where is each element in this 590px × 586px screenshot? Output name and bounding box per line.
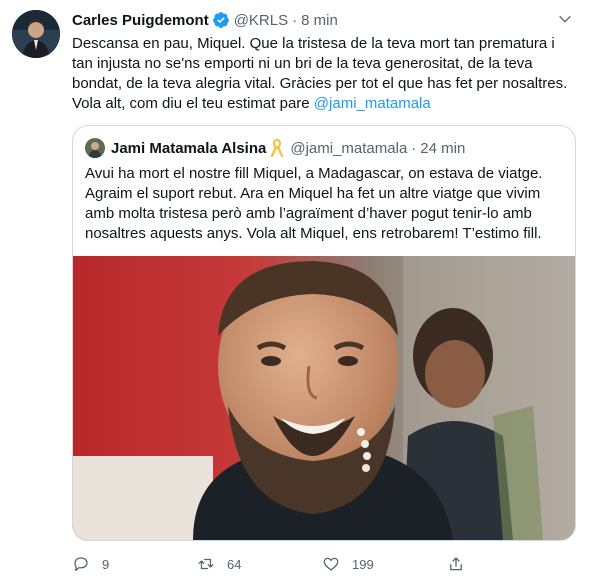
retweet-button[interactable]: 64: [197, 555, 322, 573]
quoted-tweet-timestamp[interactable]: 24 min: [420, 140, 465, 157]
share-icon: [450, 557, 462, 571]
separator-dot: ·: [292, 11, 298, 29]
like-button[interactable]: 199: [322, 555, 447, 573]
quoted-tweet-text: Avui ha mort el nostre fill Miquel, a Ma…: [85, 165, 543, 242]
retweet-icon: [198, 558, 214, 570]
verified-badge-icon: [212, 12, 229, 28]
tweet[interactable]: Carles Puigdemont @KRLS · 8 min Descansa…: [0, 0, 590, 586]
yellow-ribbon-icon: [271, 139, 284, 157]
like-count: 199: [352, 556, 374, 572]
heart-icon: [323, 557, 339, 571]
separator-dot: ·: [411, 139, 417, 157]
author-handle[interactable]: @KRLS: [234, 12, 288, 29]
tweet-actions: 9 64 199: [72, 550, 572, 578]
quoted-author-avatar[interactable]: [85, 138, 105, 158]
author-avatar[interactable]: [12, 10, 60, 58]
tweet-timestamp[interactable]: 8 min: [301, 12, 338, 29]
reply-count: 9: [102, 556, 110, 572]
tweet-header: Carles Puigdemont @KRLS · 8 min: [72, 10, 338, 30]
chevron-down-icon[interactable]: [554, 8, 576, 30]
quoted-tweet[interactable]: Jami Matamala Alsina @jami_matamala · 24…: [72, 125, 576, 541]
quoted-tweet-header: Jami Matamala Alsina @jami_matamala · 24…: [85, 138, 465, 158]
reply-button[interactable]: 9: [72, 555, 197, 573]
quoted-author-handle[interactable]: @jami_matamala: [290, 140, 407, 157]
quoted-tweet-photo[interactable]: [73, 256, 575, 540]
share-button[interactable]: [447, 555, 572, 573]
author-name[interactable]: Carles Puigdemont: [72, 12, 209, 29]
quoted-author-name[interactable]: Jami Matamala Alsina: [111, 140, 266, 157]
tweet-text: Descansa en pau, Miquel. Que la tristesa…: [72, 34, 572, 114]
mention-link[interactable]: @jami_matamala: [314, 95, 431, 112]
reply-icon: [74, 557, 88, 572]
retweet-count: 64: [227, 556, 242, 572]
